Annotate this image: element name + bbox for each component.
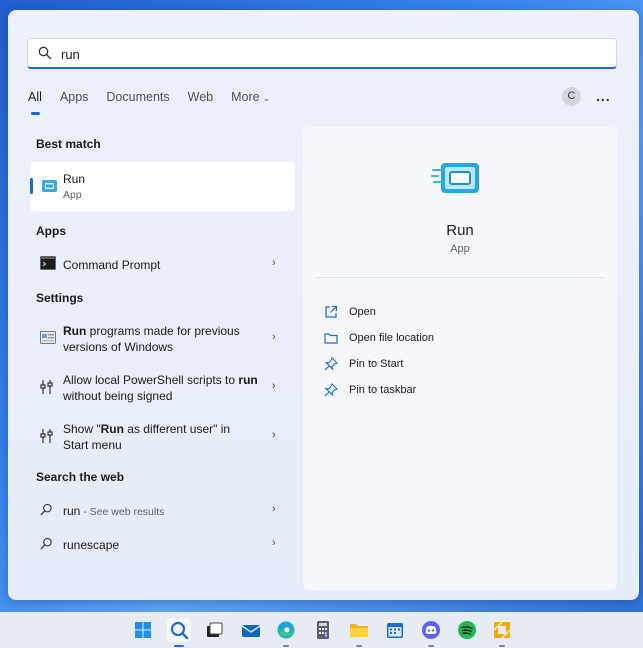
result-label: run - See web results bbox=[63, 504, 165, 518]
search-web-heading: Search the web bbox=[36, 470, 125, 484]
chevron-right-icon: › bbox=[272, 537, 276, 549]
search-icon bbox=[38, 46, 52, 60]
tab-apps[interactable]: Apps bbox=[60, 90, 89, 116]
search-panel: All Apps Documents Web More⌄ C ... Best … bbox=[8, 10, 639, 600]
action-label: Open file location bbox=[349, 332, 434, 344]
more-options-button[interactable]: ... bbox=[596, 88, 611, 104]
best-match-name: Run bbox=[63, 172, 86, 186]
result-label: Run programs made for previous versions … bbox=[63, 324, 240, 354]
search-box[interactable] bbox=[27, 38, 617, 69]
account-avatar[interactable]: C bbox=[562, 87, 581, 106]
settings-heading: Settings bbox=[36, 291, 84, 305]
tab-all[interactable]: All bbox=[28, 90, 42, 116]
detail-pane: Run App Open Open file location Pin to S… bbox=[303, 127, 617, 590]
pin-icon bbox=[324, 383, 338, 397]
taskbar bbox=[0, 612, 643, 648]
calculator-icon[interactable] bbox=[311, 618, 335, 642]
calendar-icon[interactable] bbox=[383, 618, 407, 642]
result-label: Show "Run as different user" in Start me… bbox=[63, 422, 231, 452]
detail-subtitle: App bbox=[450, 243, 470, 255]
folder-icon bbox=[324, 333, 338, 344]
action-label: Open bbox=[349, 306, 376, 318]
detail-title: Run bbox=[446, 222, 474, 239]
pin-icon bbox=[324, 357, 338, 371]
action-open[interactable]: Open bbox=[324, 303, 376, 321]
search-icon[interactable] bbox=[167, 618, 191, 647]
run-app-icon bbox=[42, 180, 57, 192]
result-label: runescape bbox=[63, 538, 120, 552]
search-icon bbox=[40, 537, 52, 550]
tab-web[interactable]: Web bbox=[188, 90, 213, 116]
open-external-icon bbox=[325, 305, 338, 318]
edge-icon[interactable] bbox=[274, 618, 298, 647]
file-explorer-icon[interactable] bbox=[347, 618, 371, 647]
action-pin-to-start[interactable]: Pin to Start bbox=[324, 355, 403, 373]
tab-more[interactable]: More ⌄ bbox=[231, 90, 270, 116]
compatibility-settings-icon bbox=[40, 331, 56, 344]
chevron-right-icon: › bbox=[272, 380, 276, 392]
result-command-prompt[interactable]: Command Prompt › bbox=[30, 254, 295, 276]
result-powershell-scripts[interactable]: Allow local PowerShell scripts to run wi… bbox=[30, 371, 295, 407]
tab-documents[interactable]: Documents bbox=[106, 90, 169, 116]
chevron-right-icon: › bbox=[272, 429, 276, 441]
selection-indicator bbox=[30, 178, 33, 194]
action-label: Pin to taskbar bbox=[349, 384, 417, 396]
developer-settings-icon bbox=[40, 429, 53, 443]
mail-icon[interactable] bbox=[239, 618, 263, 642]
chevron-right-icon: › bbox=[272, 257, 276, 269]
result-run-compat[interactable]: Run programs made for previous versions … bbox=[30, 322, 295, 358]
vmware-icon[interactable] bbox=[490, 618, 514, 647]
apps-heading: Apps bbox=[36, 224, 66, 238]
best-match-run[interactable]: Run App bbox=[30, 162, 295, 211]
web-result-runescape[interactable]: runescape › bbox=[30, 534, 295, 556]
result-label: Command Prompt bbox=[63, 258, 161, 272]
filter-tabs: All Apps Documents Web More ⌄ bbox=[28, 90, 288, 116]
chevron-right-icon: › bbox=[272, 331, 276, 343]
command-prompt-icon bbox=[40, 256, 56, 270]
developer-settings-icon bbox=[40, 380, 53, 394]
search-icon bbox=[40, 503, 52, 516]
best-match-type: App bbox=[63, 189, 82, 201]
chevron-down-icon: ⌄ bbox=[262, 93, 271, 103]
spotify-icon[interactable] bbox=[455, 618, 479, 642]
divider bbox=[316, 277, 604, 278]
best-match-heading: Best match bbox=[36, 137, 101, 151]
action-label: Pin to Start bbox=[349, 358, 404, 370]
action-open-file-location[interactable]: Open file location bbox=[324, 329, 434, 347]
result-label: Allow local PowerShell scripts to run wi… bbox=[63, 373, 258, 403]
search-input[interactable] bbox=[61, 43, 601, 65]
task-view-icon[interactable] bbox=[202, 618, 226, 642]
web-result-run[interactable]: run - See web results › bbox=[30, 500, 295, 522]
chevron-right-icon: › bbox=[272, 503, 276, 515]
windows-start-icon[interactable] bbox=[131, 618, 155, 642]
discord-icon[interactable] bbox=[419, 618, 443, 647]
result-run-as-different-user[interactable]: Show "Run as different user" in Start me… bbox=[30, 420, 295, 456]
action-pin-to-taskbar[interactable]: Pin to taskbar bbox=[324, 381, 416, 399]
run-app-icon bbox=[431, 163, 479, 193]
